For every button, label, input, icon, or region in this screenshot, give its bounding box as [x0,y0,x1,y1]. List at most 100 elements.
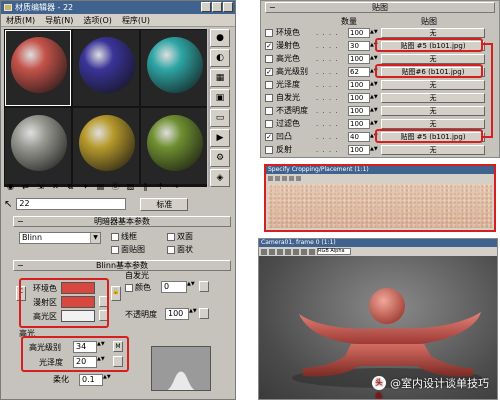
map-slot-button[interactable]: 无 [381,105,485,116]
map-amount-field[interactable]: 100 [348,79,370,90]
amount-spinner-arrows[interactable]: ▲▼ [370,121,378,126]
material-slot[interactable] [5,30,71,106]
material-slot[interactable] [141,30,207,106]
map-enable-checkbox[interactable] [265,28,273,37]
self-illum-color-checkbox[interactable]: 颜色 [125,282,151,293]
self-illum-map-button[interactable] [199,281,209,292]
maximize-button[interactable] [212,2,222,12]
amount-spinner-arrows[interactable]: ▲▼ [370,147,378,152]
menu-navigation[interactable]: 导航(N) [45,14,73,26]
face-map-checkbox[interactable]: 面贴图 [111,244,145,255]
soften-spinner[interactable]: 0.1 ▲▼ [79,374,111,386]
reset-material-icon[interactable]: ✕ [49,180,62,193]
assign-material-icon[interactable]: ⇲ [34,180,47,193]
zoom-icon[interactable] [268,175,273,181]
map-enable-checkbox[interactable]: ✓ [265,132,273,141]
opacity-spinner[interactable]: 100 ▲▼ [165,308,197,320]
red-channel-icon[interactable] [277,248,283,255]
leather-texture-image[interactable] [268,184,492,228]
sample-type-icon[interactable]: ● [210,29,230,47]
crop-icon[interactable] [282,175,287,181]
save-icon[interactable] [261,248,267,255]
background-checker-icon[interactable]: ▦ [210,69,230,87]
material-slot[interactable] [5,108,71,184]
pick-material-icon[interactable]: ↖ [4,199,12,210]
lock-diffuse-specular-icon[interactable]: 🔒 [111,286,121,301]
uv-tiling-icon[interactable]: ▣ [210,89,230,107]
backlight-icon[interactable]: ◐ [210,49,230,67]
copy-material-icon[interactable]: ⧉ [64,180,77,193]
clear-icon[interactable] [309,248,315,255]
close-button[interactable] [223,2,233,12]
map-enable-checkbox[interactable] [265,80,273,89]
amount-spinner-arrows[interactable]: ▲▼ [370,95,378,100]
texture-crop-window: Specify Cropping/Placement (1:1) [264,164,496,232]
go-forward-sibling-icon[interactable]: ⇢ [169,180,182,193]
place-icon[interactable] [289,175,294,181]
amount-spinner-arrows[interactable]: ▲▼ [370,108,378,113]
material-effects-channel-icon[interactable]: ⓪ [109,180,122,193]
map-enable-checkbox[interactable]: ✓ [265,67,273,76]
map-enable-checkbox[interactable] [265,106,273,115]
put-to-library-icon[interactable]: ▤ [94,180,107,193]
faceted-checkbox[interactable]: 面状 [167,244,193,255]
menu-material[interactable]: 材质(M) [6,14,35,26]
map-enable-checkbox[interactable]: ✓ [265,41,273,50]
menu-utilities[interactable]: 程序(U) [122,14,150,26]
material-slot[interactable] [141,108,207,184]
map-amount-field[interactable]: 100 [348,105,370,116]
map-enable-checkbox[interactable] [265,145,273,154]
make-unique-icon[interactable]: ✦ [79,180,92,193]
map-amount-field[interactable]: 100 [348,27,370,38]
shader-type-dropdown[interactable]: Blinn ▼ [19,232,101,244]
options-icon[interactable]: ⚙ [210,149,230,167]
channel-icon[interactable] [296,175,301,181]
minimize-button[interactable] [201,2,211,12]
map-slot-button[interactable]: 无 [381,118,485,129]
map-amount-field[interactable]: 30 [348,40,370,51]
map-amount-field[interactable]: 100 [348,144,370,155]
menu-options[interactable]: 选项(O) [83,14,112,26]
shader-rollout-header[interactable]: − 明暗器基本参数 [13,216,231,227]
pan-icon[interactable] [275,175,280,181]
opacity-map-button[interactable] [199,308,209,319]
alpha-channel-icon[interactable] [301,248,307,255]
collapse-icon: − [269,3,276,12]
clone-icon[interactable] [269,248,275,255]
amount-spinner-arrows[interactable]: ▲▼ [370,30,378,35]
map-amount-field[interactable]: 100 [348,118,370,129]
show-map-icon[interactable]: ▧ [124,180,137,193]
put-to-scene-icon[interactable]: ⇄ [19,180,32,193]
make-preview-icon[interactable]: ▶ [210,129,230,147]
map-slot-button[interactable]: 无 [381,27,485,38]
amount-spinner-arrows[interactable]: ▲▼ [370,56,378,61]
map-slot-button[interactable]: 无 [381,53,485,64]
material-slot[interactable] [73,108,139,184]
map-enable-checkbox[interactable] [265,119,273,128]
map-slot-button[interactable]: 无 [381,144,485,155]
map-enable-checkbox[interactable] [265,93,273,102]
map-amount-field[interactable]: 100 [348,92,370,103]
blinn-rollout-header[interactable]: − Blinn基本参数 [13,260,231,271]
map-enable-checkbox[interactable] [265,54,273,63]
material-slot[interactable] [73,30,139,106]
wireframe-checkbox[interactable]: 线框 [111,231,137,242]
map-amount-field[interactable]: 62 [348,66,370,77]
blue-channel-icon[interactable] [293,248,299,255]
material-name-field[interactable]: 22 [16,198,127,210]
maps-rollout-header[interactable]: − 贴图 [265,2,495,13]
map-slot-button[interactable]: 无 [381,79,485,90]
material-type-button[interactable]: 标准 [140,197,189,211]
green-channel-icon[interactable] [285,248,291,255]
video-color-check-icon[interactable]: ▭ [210,109,230,127]
show-end-result-icon[interactable]: ‖ [139,180,152,193]
map-amount-field[interactable]: 40 [348,131,370,142]
self-illum-spinner[interactable]: 0 ▲▼ [161,281,195,293]
map-slot-button[interactable]: 无 [381,92,485,103]
map-amount-field[interactable]: 100 [348,53,370,64]
go-to-parent-icon[interactable]: ⇡ [154,180,167,193]
get-material-icon[interactable]: ◉ [4,180,17,193]
two-sided-checkbox[interactable]: 双面 [167,231,193,242]
channel-dropdown[interactable]: RGB Alpha [317,248,351,255]
amount-spinner-arrows[interactable]: ▲▼ [370,82,378,87]
